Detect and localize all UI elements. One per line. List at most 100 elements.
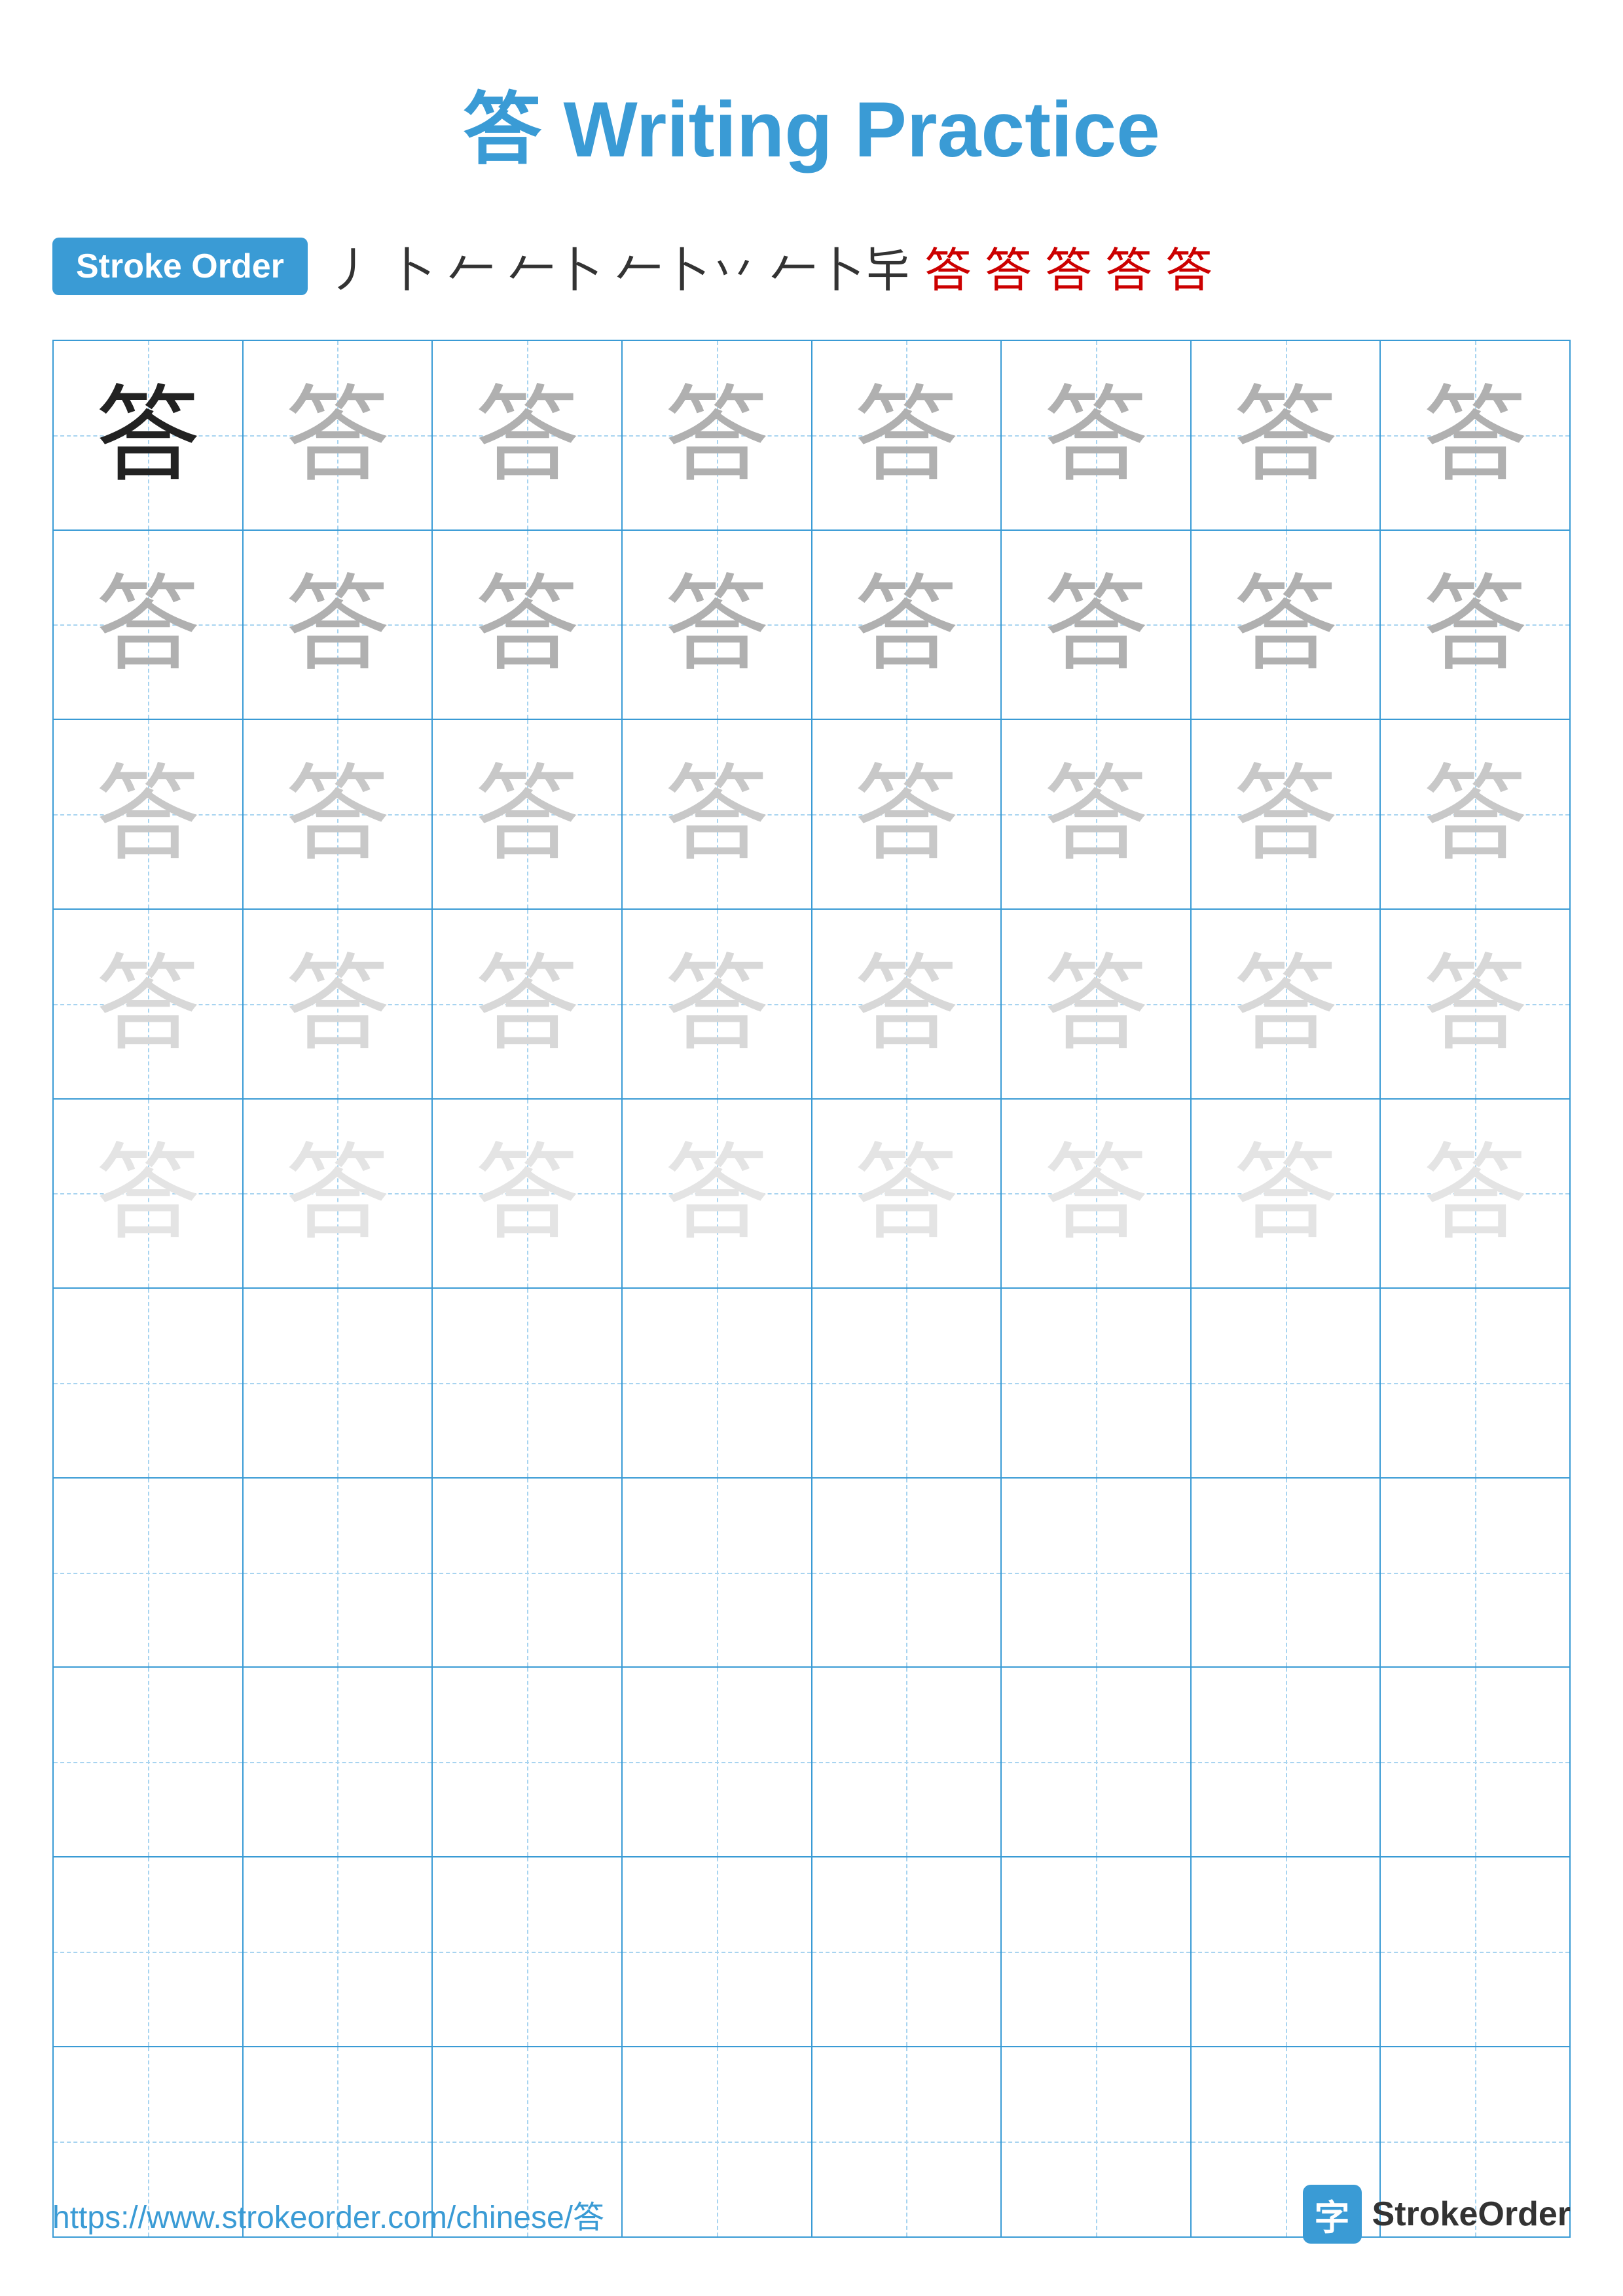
- grid-cell-4-4[interactable]: 答: [812, 1100, 1002, 1289]
- grid-row-3: 答答答答答答答答: [54, 910, 1569, 1100]
- grid-cell-3-6[interactable]: 答: [1192, 910, 1381, 1100]
- grid-cell-8-2[interactable]: [433, 1857, 623, 2047]
- cell-char-1-0: 答: [96, 572, 200, 677]
- grid-cell-2-3[interactable]: 答: [623, 720, 812, 910]
- grid-cell-2-4[interactable]: 答: [812, 720, 1002, 910]
- grid-cell-3-5[interactable]: 答: [1002, 910, 1192, 1100]
- grid-cell-1-6[interactable]: 答: [1192, 531, 1381, 721]
- grid-cell-7-6[interactable]: [1192, 1668, 1381, 1857]
- grid-cell-4-1[interactable]: 答: [244, 1100, 433, 1289]
- grid-cell-6-4[interactable]: [812, 1479, 1002, 1668]
- grid-cell-1-7[interactable]: 答: [1381, 531, 1569, 721]
- grid-cell-2-0[interactable]: 答: [54, 720, 244, 910]
- grid-cell-0-6[interactable]: 答: [1192, 341, 1381, 531]
- grid-cell-7-4[interactable]: [812, 1668, 1002, 1857]
- cell-char-3-3: 答: [665, 952, 769, 1056]
- grid-cell-6-6[interactable]: [1192, 1479, 1381, 1668]
- grid-cell-5-6[interactable]: [1192, 1289, 1381, 1479]
- grid-cell-8-4[interactable]: [812, 1857, 1002, 2047]
- grid-cell-0-5[interactable]: 答: [1002, 341, 1192, 531]
- grid-row-8: [54, 1857, 1569, 2047]
- grid-cell-3-0[interactable]: 答: [54, 910, 244, 1100]
- grid-cell-8-0[interactable]: [54, 1857, 244, 2047]
- grid-cell-5-2[interactable]: [433, 1289, 623, 1479]
- cell-char-3-1: 答: [285, 952, 390, 1056]
- practice-grid: 答答答答答答答答答答答答答答答答答答答答答答答答答答答答答答答答答答答答答答答答: [52, 340, 1571, 2238]
- stroke-char-5: 𠂉卜丷: [615, 232, 757, 300]
- grid-cell-6-1[interactable]: [244, 1479, 433, 1668]
- cell-char-0-1: 答: [285, 383, 390, 488]
- grid-cell-6-5[interactable]: [1002, 1479, 1192, 1668]
- cell-char-1-3: 答: [665, 572, 769, 677]
- grid-cell-4-7[interactable]: 答: [1381, 1100, 1569, 1289]
- cell-char-3-0: 答: [96, 952, 200, 1056]
- grid-cell-5-5[interactable]: [1002, 1289, 1192, 1479]
- grid-cell-6-3[interactable]: [623, 1479, 812, 1668]
- stroke-char-9: 答: [1045, 232, 1092, 300]
- grid-cell-6-0[interactable]: [54, 1479, 244, 1668]
- grid-cell-7-7[interactable]: [1381, 1668, 1569, 1857]
- cell-char-1-1: 答: [285, 572, 390, 677]
- grid-cell-1-0[interactable]: 答: [54, 531, 244, 721]
- grid-cell-4-6[interactable]: 答: [1192, 1100, 1381, 1289]
- grid-cell-8-3[interactable]: [623, 1857, 812, 2047]
- grid-cell-8-1[interactable]: [244, 1857, 433, 2047]
- grid-cell-7-3[interactable]: [623, 1668, 812, 1857]
- grid-cell-2-7[interactable]: 答: [1381, 720, 1569, 910]
- stroke-order-section: Stroke Order 丿 卜 𠂉 𠂉卜 𠂉卜丷 𠂉卜𠤏 答 答 答 答 答: [52, 232, 1571, 300]
- cell-char-2-3: 答: [665, 762, 769, 867]
- cell-char-3-5: 答: [1044, 952, 1148, 1056]
- grid-cell-0-4[interactable]: 答: [812, 341, 1002, 531]
- grid-cell-7-1[interactable]: [244, 1668, 433, 1857]
- cell-char-4-5: 答: [1044, 1141, 1148, 1246]
- grid-cell-3-1[interactable]: 答: [244, 910, 433, 1100]
- cell-char-4-6: 答: [1233, 1141, 1338, 1246]
- cell-char-4-2: 答: [475, 1141, 579, 1246]
- grid-cell-8-7[interactable]: [1381, 1857, 1569, 2047]
- footer: https://www.strokeorder.com/chinese/答 字 …: [52, 2185, 1571, 2244]
- grid-cell-0-2[interactable]: 答: [433, 341, 623, 531]
- cell-char-4-1: 答: [285, 1141, 390, 1246]
- grid-cell-5-3[interactable]: [623, 1289, 812, 1479]
- grid-cell-3-4[interactable]: 答: [812, 910, 1002, 1100]
- stroke-char-7: 答: [924, 232, 972, 300]
- grid-cell-5-7[interactable]: [1381, 1289, 1569, 1479]
- cell-char-3-2: 答: [475, 952, 579, 1056]
- grid-cell-4-2[interactable]: 答: [433, 1100, 623, 1289]
- grid-cell-1-4[interactable]: 答: [812, 531, 1002, 721]
- grid-cell-7-2[interactable]: [433, 1668, 623, 1857]
- grid-cell-1-1[interactable]: 答: [244, 531, 433, 721]
- grid-cell-4-5[interactable]: 答: [1002, 1100, 1192, 1289]
- grid-cell-5-0[interactable]: [54, 1289, 244, 1479]
- grid-cell-3-3[interactable]: 答: [623, 910, 812, 1100]
- grid-cell-8-5[interactable]: [1002, 1857, 1192, 2047]
- grid-cell-6-2[interactable]: [433, 1479, 623, 1668]
- grid-cell-8-6[interactable]: [1192, 1857, 1381, 2047]
- grid-cell-3-7[interactable]: 答: [1381, 910, 1569, 1100]
- grid-cell-7-5[interactable]: [1002, 1668, 1192, 1857]
- grid-cell-1-2[interactable]: 答: [433, 531, 623, 721]
- cell-char-0-4: 答: [854, 383, 958, 488]
- grid-cell-1-5[interactable]: 答: [1002, 531, 1192, 721]
- cell-char-0-5: 答: [1044, 383, 1148, 488]
- grid-cell-2-1[interactable]: 答: [244, 720, 433, 910]
- grid-cell-0-1[interactable]: 答: [244, 341, 433, 531]
- grid-cell-4-0[interactable]: 答: [54, 1100, 244, 1289]
- grid-cell-0-0[interactable]: 答: [54, 341, 244, 531]
- grid-cell-0-7[interactable]: 答: [1381, 341, 1569, 531]
- stroke-char-4: 𠂉卜: [508, 232, 602, 300]
- grid-cell-4-3[interactable]: 答: [623, 1100, 812, 1289]
- stroke-char-10: 答: [1105, 232, 1152, 300]
- grid-cell-6-7[interactable]: [1381, 1479, 1569, 1668]
- grid-cell-5-4[interactable]: [812, 1289, 1002, 1479]
- grid-cell-3-2[interactable]: 答: [433, 910, 623, 1100]
- grid-cell-7-0[interactable]: [54, 1668, 244, 1857]
- grid-cell-2-6[interactable]: 答: [1192, 720, 1381, 910]
- grid-cell-5-1[interactable]: [244, 1289, 433, 1479]
- grid-cell-2-2[interactable]: 答: [433, 720, 623, 910]
- grid-cell-0-3[interactable]: 答: [623, 341, 812, 531]
- grid-cell-2-5[interactable]: 答: [1002, 720, 1192, 910]
- cell-char-4-4: 答: [854, 1141, 958, 1246]
- page: 答 Writing Practice Stroke Order 丿 卜 𠂉 𠂉卜…: [0, 0, 1623, 2296]
- grid-cell-1-3[interactable]: 答: [623, 531, 812, 721]
